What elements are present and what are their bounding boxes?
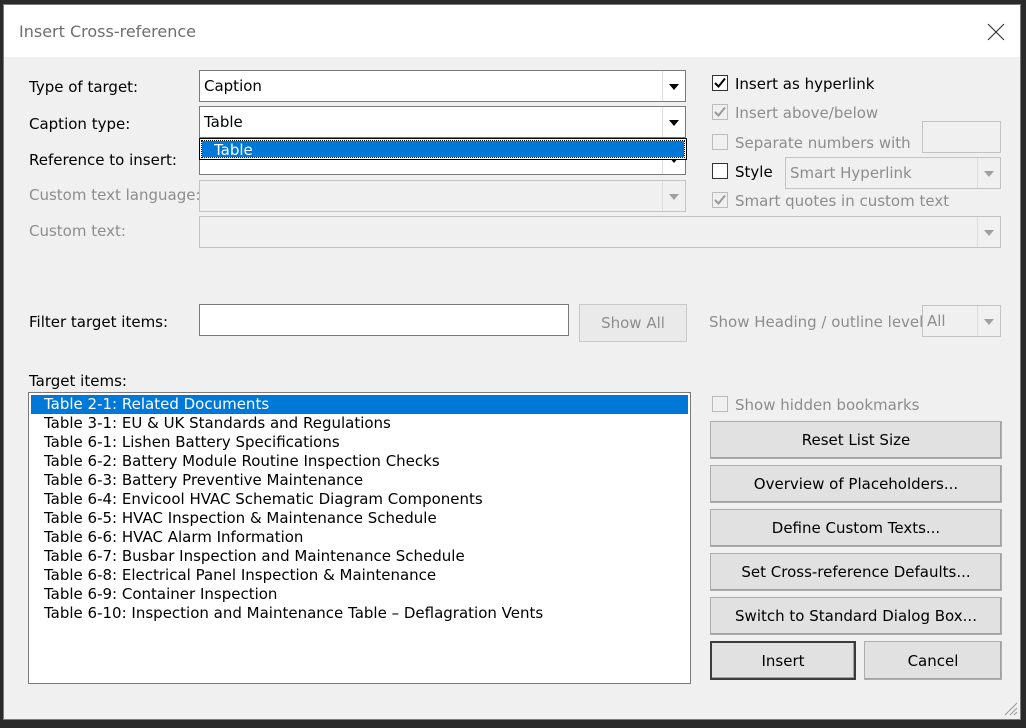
filter-target-items-label: Filter target items: <box>29 313 169 331</box>
style-checkbox[interactable] <box>712 163 728 179</box>
caption-type-label: Caption type: <box>29 115 131 133</box>
type-of-target-select[interactable]: Caption <box>199 70 686 102</box>
overview-placeholders-label: Overview of Placeholders... <box>753 475 959 493</box>
show-hidden-bookmarks-checkbox[interactable] <box>712 396 728 412</box>
show-hidden-bookmarks-label: Show hidden bookmarks <box>735 396 920 414</box>
overview-placeholders-button[interactable]: Overview of Placeholders... <box>710 465 1002 503</box>
dialog-title: Insert Cross-reference <box>19 22 197 41</box>
dropdown-option-label: Table <box>214 141 253 159</box>
type-of-target-value: Caption <box>204 77 262 95</box>
list-item[interactable]: Table 6-1: Lishen Battery Specifications <box>29 433 690 452</box>
list-item[interactable]: Table 6-3: Battery Preventive Maintenanc… <box>29 471 690 490</box>
heading-level-label: Show Heading / outline level: <box>709 313 929 331</box>
custom-text-label: Custom text: <box>29 222 126 240</box>
chevron-down-icon <box>977 158 1000 188</box>
chevron-down-icon[interactable] <box>662 71 685 101</box>
custom-text-select[interactable] <box>199 216 1001 248</box>
define-custom-texts-label: Define Custom Texts... <box>771 519 941 537</box>
target-items-label: Target items: <box>29 372 127 390</box>
insert-above-below-label: Insert above/below <box>735 104 879 122</box>
dropdown-option[interactable]: Table <box>201 140 685 159</box>
reference-to-insert-label: Reference to insert: <box>29 151 177 169</box>
list-item[interactable]: Table 6-5: HVAC Inspection & Maintenance… <box>29 509 690 528</box>
show-all-label: Show All <box>601 314 665 332</box>
title-bar: Insert Cross-reference <box>4 5 1020 57</box>
checkmark-icon <box>714 106 726 117</box>
close-button[interactable] <box>974 5 1020 57</box>
caption-type-value: Table <box>204 113 243 131</box>
reset-list-size-label: Reset List Size <box>801 431 911 449</box>
insert-above-below-checkbox[interactable] <box>712 104 728 120</box>
caption-type-dropdown-list: Table <box>199 138 687 160</box>
checkmark-icon <box>714 77 726 88</box>
cancel-button[interactable]: Cancel <box>864 641 1002 680</box>
smart-quotes-label: Smart quotes in custom text <box>735 192 950 210</box>
reset-list-size-button[interactable]: Reset List Size <box>710 421 1002 459</box>
heading-level-select[interactable]: All <box>922 305 1001 337</box>
separate-numbers-checkbox[interactable] <box>712 134 728 150</box>
list-item[interactable]: Table 6-7: Busbar Inspection and Mainten… <box>29 547 690 566</box>
style-value: Smart Hyperlink <box>790 164 912 182</box>
custom-text-language-select[interactable] <box>199 180 686 212</box>
list-item[interactable]: Table 6-2: Battery Module Routine Inspec… <box>29 452 690 471</box>
smart-quotes-checkbox[interactable] <box>712 192 728 208</box>
target-items-list[interactable]: Table 2-1: Related Documents Table 3-1: … <box>28 392 691 684</box>
type-of-target-label: Type of target: <box>29 78 139 96</box>
checkmark-icon <box>714 194 726 205</box>
filter-target-items-input[interactable] <box>199 304 569 336</box>
chevron-down-icon <box>662 181 685 211</box>
close-icon <box>987 23 1005 41</box>
insert-as-hyperlink-checkbox[interactable] <box>712 75 728 91</box>
caption-type-select[interactable]: Table <box>199 106 686 138</box>
define-custom-texts-button[interactable]: Define Custom Texts... <box>710 509 1002 547</box>
set-defaults-button[interactable]: Set Cross-reference Defaults... <box>710 553 1002 591</box>
switch-standard-label: Switch to Standard Dialog Box... <box>735 607 977 625</box>
list-item[interactable]: Table 6-10: Inspection and Maintenance T… <box>29 604 690 623</box>
list-item[interactable]: Table 6-9: Container Inspection <box>29 585 690 604</box>
insert-label: Insert <box>761 651 805 670</box>
style-label: Style <box>735 163 773 181</box>
chevron-down-icon[interactable] <box>662 107 685 137</box>
list-item[interactable]: Table 2-1: Related Documents <box>31 395 688 414</box>
style-select[interactable]: Smart Hyperlink <box>785 157 1001 189</box>
list-item[interactable]: Table 6-6: HVAC Alarm Information <box>29 528 690 547</box>
heading-level-value: All <box>927 312 946 330</box>
chevron-down-icon <box>977 306 1000 336</box>
list-item[interactable]: Table 3-1: EU & UK Standards and Regulat… <box>29 414 690 433</box>
list-item[interactable]: Table 6-8: Electrical Panel Inspection &… <box>29 566 690 585</box>
insert-button[interactable]: Insert <box>710 641 856 680</box>
resize-grip-icon[interactable] <box>1002 700 1018 716</box>
list-item[interactable]: Table 6-4: Envicool HVAC Schematic Diagr… <box>29 490 690 509</box>
chevron-down-icon <box>977 217 1000 247</box>
separate-numbers-label: Separate numbers with <box>735 134 911 152</box>
separate-numbers-field[interactable] <box>922 121 1001 153</box>
set-defaults-label: Set Cross-reference Defaults... <box>741 563 971 581</box>
show-all-button[interactable]: Show All <box>579 304 687 342</box>
switch-standard-dialog-button[interactable]: Switch to Standard Dialog Box... <box>710 597 1002 635</box>
custom-text-language-label: Custom text language: <box>29 186 201 204</box>
cancel-label: Cancel <box>907 651 959 670</box>
insert-as-hyperlink-label: Insert as hyperlink <box>735 75 875 93</box>
